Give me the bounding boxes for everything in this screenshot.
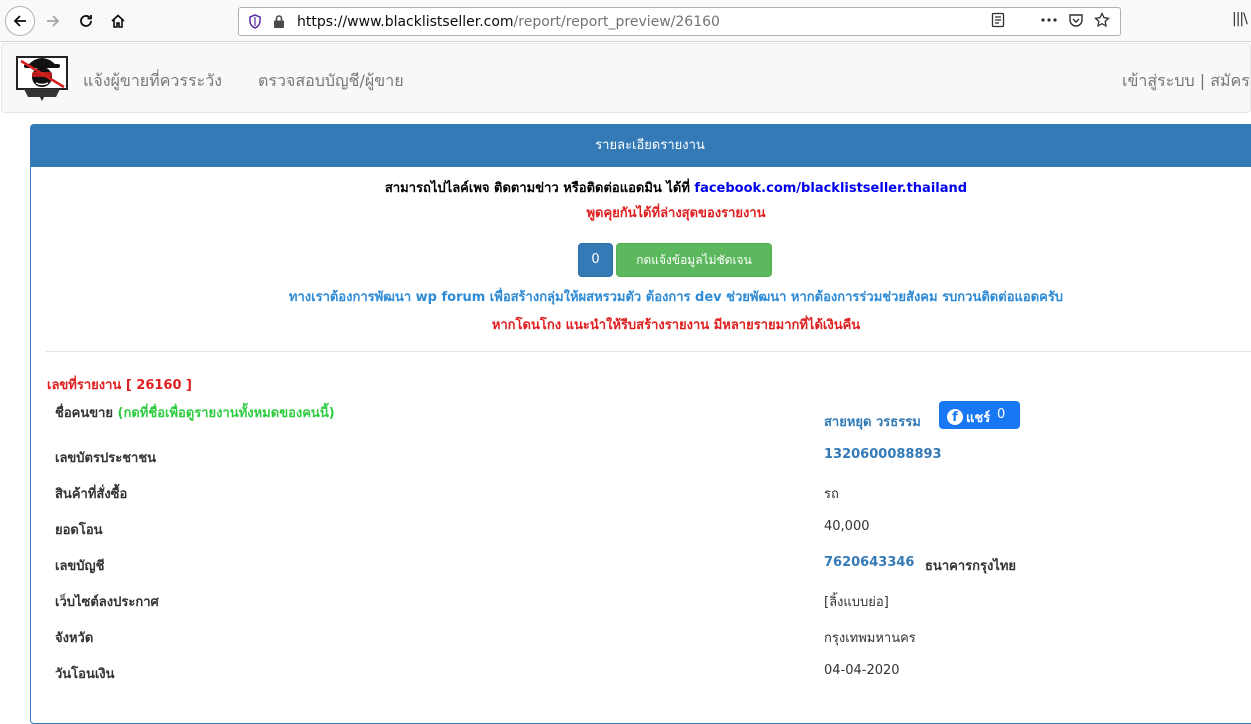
site-navbar: แจ้งผู้ขายที่ควรระวัง ตรวจสอบบัญชี/ผู้ขา… <box>1 43 1251 113</box>
pocket-icon[interactable] <box>1068 12 1084 32</box>
share-count: 0 <box>997 407 1006 422</box>
home-icon[interactable] <box>103 6 133 36</box>
unclear-count-badge[interactable]: 0 <box>578 243 613 277</box>
province-value: กรุงเทพมหานคร <box>824 631 916 646</box>
site-logo[interactable] <box>16 49 69 101</box>
library-icon[interactable]: |||\ <box>1232 11 1248 27</box>
notice-scam-advice: หากโดนโกง แนะนำให้รีบสร้างรายงาน มีหลายร… <box>491 318 861 333</box>
more-icon[interactable] <box>1040 12 1058 32</box>
amount-label: ยอดโอน <box>55 523 103 538</box>
product-label: สินค้าที่สั่งซื้อ <box>55 487 128 502</box>
id-label: เลขบัตรประชาชน <box>55 451 157 466</box>
browser-toolbar: https://www.blacklistseller.com/report/r… <box>0 0 1251 42</box>
shield-icon[interactable] <box>248 14 262 29</box>
facebook-link[interactable]: facebook.com/blacklistseller.thailand <box>694 181 967 196</box>
reload-icon[interactable] <box>71 6 101 36</box>
seller-hint: (กดที่ชื่อเพื่อดูรายงานทั้งหมดของคนนี้) <box>117 406 335 421</box>
report-panel: รายละเอียดรายงาน สามารถไปไลค์เพจ ติดตามข… <box>30 124 1251 724</box>
back-icon[interactable] <box>5 6 35 36</box>
transfer-date-label: วันโอนเงิน <box>55 667 115 682</box>
seller-label-text: ชื่อคนขาย <box>55 406 118 421</box>
report-number: เลขที่รายงาน [ 26160 ] <box>47 378 192 393</box>
facebook-share-button[interactable]: f แชร์ 0 <box>939 401 1020 429</box>
url-host: https://www.blacklistseller.com <box>297 14 514 30</box>
divider <box>46 351 1251 352</box>
seller-label: ชื่อคนขาย (กดที่ชื่อเพื่อดูรายงานทั้งหมด… <box>55 402 335 423</box>
bank-name: ธนาคารกรุงไทย <box>925 559 1017 574</box>
account-value-link[interactable]: 7620643346 <box>824 555 914 570</box>
url-path: /report/report_preview/26160 <box>513 14 720 30</box>
nav-login-register[interactable]: เข้าสู่ระบบ | สมัคร <box>1122 69 1250 94</box>
notice-facebook: สามารถไปไลค์เพจ ติดตามข่าว หรือติดต่อแอด… <box>31 177 1251 198</box>
nav-check-account[interactable]: ตรวจสอบบัญชี/ผู้ขาย <box>258 69 404 94</box>
forward-icon[interactable] <box>38 6 68 36</box>
address-bar[interactable]: https://www.blacklistseller.com/report/r… <box>238 7 1121 36</box>
notice-facebook-text: สามารถไปไลค์เพจ ติดตามข่าว หรือติดต่อแอด… <box>384 181 695 196</box>
province-label: จังหวัด <box>55 631 94 646</box>
reader-view-icon[interactable] <box>990 12 1006 32</box>
nav-report-seller[interactable]: แจ้งผู้ขายที่ควรระวัง <box>83 69 222 94</box>
url-text[interactable]: https://www.blacklistseller.com/report/r… <box>297 14 720 30</box>
website-label: เว็บไซต์ลงประกาศ <box>55 595 159 610</box>
id-value-link[interactable]: 1320600088893 <box>824 447 942 462</box>
website-short-link[interactable]: [ลิ้งแบบย่อ] <box>824 591 889 612</box>
account-label: เลขบัญชี <box>55 559 105 574</box>
amount-value: 40,000 <box>824 519 870 534</box>
product-value: รถ <box>824 487 839 502</box>
facebook-icon: f <box>947 409 963 425</box>
bookmark-star-icon[interactable] <box>1094 11 1110 32</box>
lock-icon[interactable] <box>272 14 286 29</box>
share-label: แชร์ <box>966 411 991 426</box>
transfer-date-value: 04-04-2020 <box>824 663 900 678</box>
panel-heading: รายละเอียดรายงาน <box>31 125 1251 167</box>
notice-discussion: พูดคุยกันได้ที่ล่างสุดของรายงาน <box>586 206 766 221</box>
seller-name-link[interactable]: สายหยุด วรธรรม <box>824 411 921 432</box>
report-unclear-button[interactable]: กดแจ้งข้อมูลไม่ชัดเจน <box>616 243 772 277</box>
notice-developer: ทางเราต้องการพัฒนา wp forum เพื่อสร้างกล… <box>288 290 1064 305</box>
